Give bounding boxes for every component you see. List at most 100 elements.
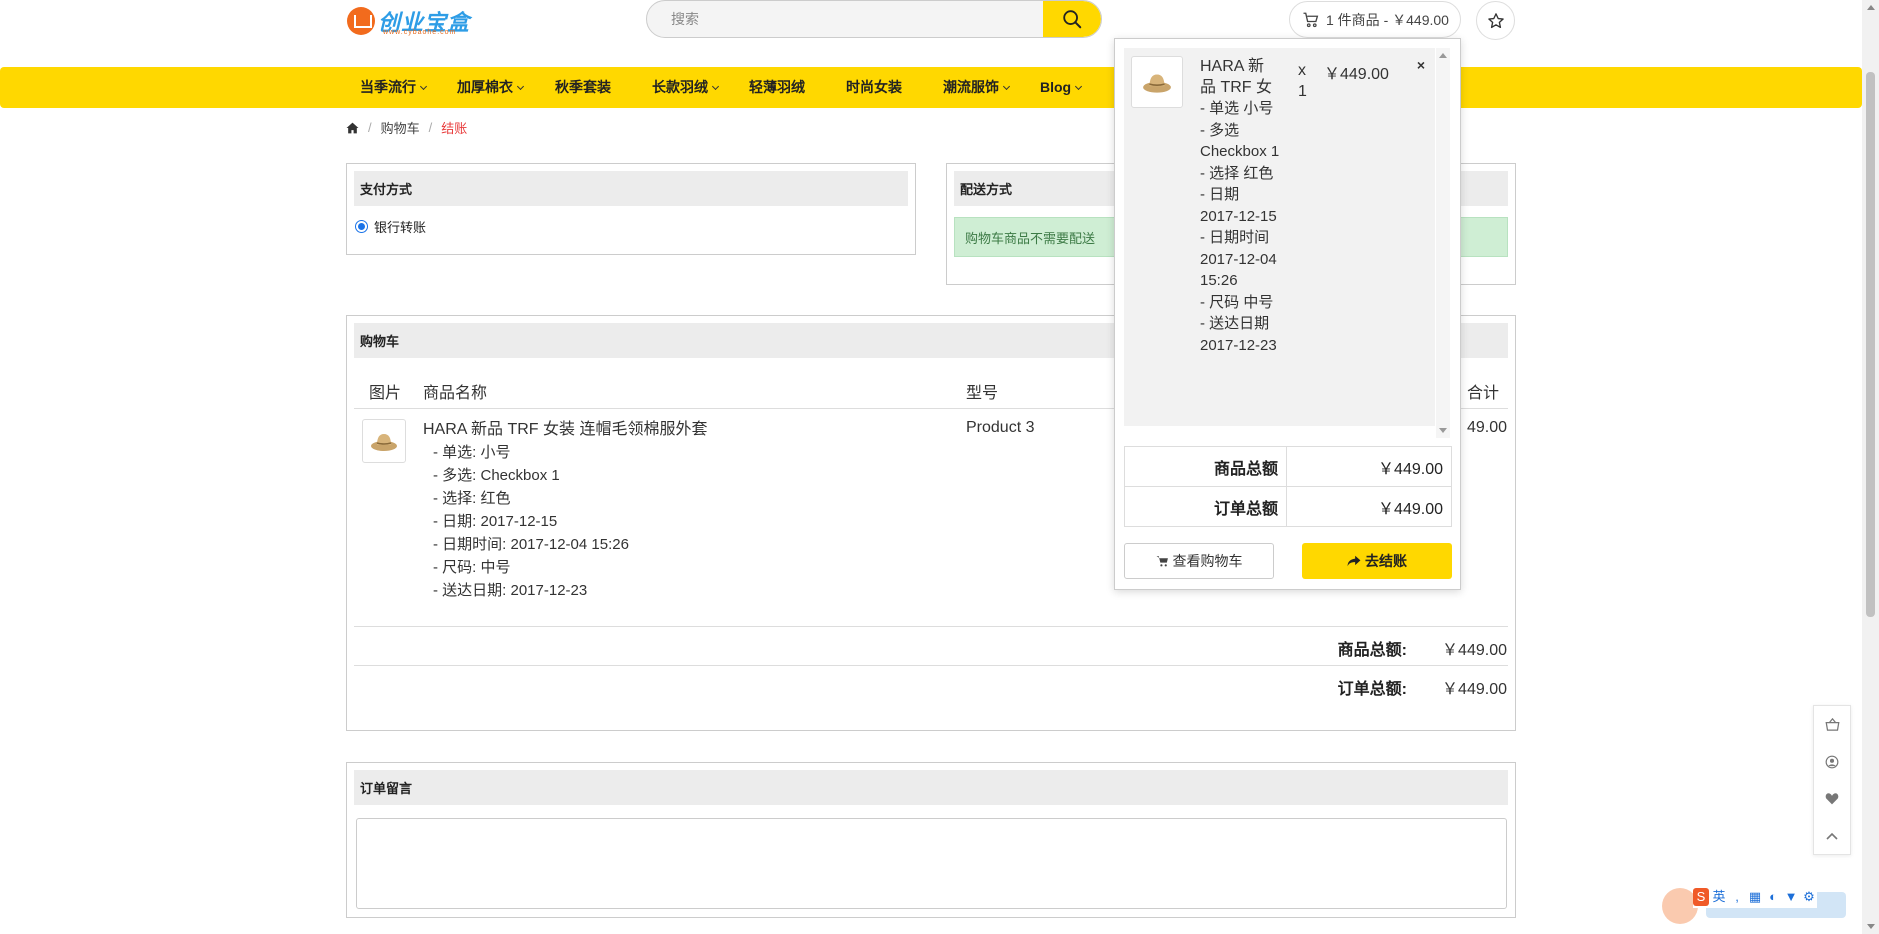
- column-header-total: 合计: [1467, 385, 1500, 402]
- scroll-up-arrow-icon[interactable]: [1439, 53, 1447, 58]
- nav-item-light-down[interactable]: 轻薄羽绒: [749, 67, 805, 108]
- search-input[interactable]: [647, 1, 1043, 37]
- nav-item-autumn-sets[interactable]: 秋季套装: [555, 67, 611, 108]
- nav-item-fashion[interactable]: 潮流服饰: [943, 67, 1011, 108]
- breadcrumb-separator: /: [368, 120, 372, 135]
- ime-punct-icon[interactable]: ,: [1729, 888, 1745, 906]
- minicart-option: - 送达日期 2017-12-23: [1200, 315, 1277, 354]
- ime-mode[interactable]: 英: [1711, 888, 1727, 906]
- nav-item-thick-cotton[interactable]: 加厚棉衣: [457, 67, 525, 108]
- payment-radio[interactable]: [355, 220, 368, 233]
- scroll-down-arrow-icon[interactable]: [1867, 924, 1875, 929]
- nav-item-women[interactable]: 时尚女装: [846, 67, 902, 108]
- minicart-total-row: 订单总额 ￥449.00: [1124, 486, 1452, 527]
- product-option: - 尺码: 中号: [433, 559, 511, 576]
- order-comment-textarea[interactable]: [356, 818, 1507, 909]
- column-header-name: 商品名称: [423, 385, 488, 402]
- heart-icon[interactable]: [1814, 780, 1850, 817]
- wishlist-button[interactable]: [1476, 1, 1515, 40]
- minicart-totals: 商品总额 ￥449.00 订单总额 ￥449.00: [1124, 446, 1452, 527]
- minicart-qty: x 1: [1298, 62, 1307, 100]
- minicart-item: HARA 新品 TRF 女 - 单选 小号 - 多选 Checkbox 1 - …: [1124, 48, 1435, 426]
- view-cart-label: 查看购物车: [1172, 553, 1243, 569]
- nav-item-label: 轻薄羽绒: [749, 79, 805, 95]
- nav-item-label: Blog: [1040, 79, 1072, 95]
- floating-toolbar: [1813, 705, 1851, 855]
- payment-title: 支付方式: [354, 171, 908, 206]
- nav-item-label: 长款羽绒: [652, 79, 708, 95]
- product-total: 49.00: [1467, 419, 1508, 436]
- nav-item-label: 加厚棉衣: [457, 79, 513, 95]
- chevron-down-icon: [419, 82, 428, 91]
- minicart-option: - 日期 2017-12-15: [1200, 186, 1277, 225]
- nav-item-blog[interactable]: Blog: [1040, 67, 1083, 108]
- payment-option-label: 银行转账: [374, 220, 427, 235]
- logo-subtitle: www.cybaohe.com: [383, 29, 457, 36]
- minicart-thumbnail[interactable]: [1131, 56, 1183, 108]
- minicart-item-name[interactable]: HARA 新品 TRF 女: [1200, 56, 1280, 98]
- table-divider: [354, 665, 1508, 666]
- chevron-up-icon[interactable]: [1814, 817, 1850, 854]
- column-header-image: 图片: [369, 385, 402, 402]
- home-icon[interactable]: [346, 122, 359, 134]
- comment-title: 订单留言: [354, 770, 1508, 805]
- chevron-down-icon: [1075, 82, 1083, 91]
- nav-item-label: 时尚女装: [846, 79, 902, 95]
- chevron-down-icon: [711, 82, 720, 91]
- checkout-label: 去结账: [1365, 553, 1407, 569]
- product-option: - 送达日期: 2017-12-23: [433, 582, 588, 599]
- hat-icon: [371, 434, 397, 451]
- subtotal-label: 商品总额:: [1337, 642, 1407, 659]
- main-nav: 当季流行 加厚棉衣 秋季套装 长款羽绒 轻薄羽绒 时尚女装 潮流服饰 Blog: [0, 67, 1862, 108]
- product-option: - 选择: 红色: [433, 490, 511, 507]
- basket-icon[interactable]: [1814, 706, 1850, 743]
- remove-item-button[interactable]: ×: [1413, 57, 1429, 73]
- view-cart-button[interactable]: 查看购物车: [1124, 543, 1274, 579]
- minicart-scrollbar[interactable]: [1436, 48, 1450, 438]
- scroll-thumb[interactable]: [1866, 72, 1875, 617]
- product-name[interactable]: HARA 新品 TRF 女装 连帽毛领棉服外套: [423, 419, 943, 441]
- ime-toolbar: S 英 , ▦ ◐ ▼ ⚙: [1693, 886, 1817, 908]
- minicart-price: ￥449.00: [1324, 66, 1389, 83]
- product-model: Product 3: [966, 419, 1035, 436]
- nav-item-label: 秋季套装: [555, 79, 611, 95]
- header-cart-button[interactable]: 1 件商品 - ￥449.00: [1289, 1, 1461, 38]
- minicart-total-label: 订单总额: [1124, 486, 1287, 527]
- product-option: - 日期时间: 2017-12-04 15:26: [433, 536, 629, 553]
- minicart-total-value: ￥449.00: [1286, 486, 1452, 527]
- scroll-up-arrow-icon[interactable]: [1867, 5, 1875, 10]
- page-scrollbar[interactable]: [1862, 0, 1879, 934]
- cart-icon: [1303, 12, 1319, 27]
- product-thumbnail[interactable]: [362, 419, 406, 463]
- breadcrumb-current[interactable]: 结账: [441, 118, 467, 137]
- search-button[interactable]: [1043, 1, 1101, 37]
- payment-panel: 支付方式 银行转账: [346, 163, 916, 255]
- chevron-down-icon: [516, 82, 525, 91]
- ime-settings-icon[interactable]: ⚙: [1801, 888, 1817, 906]
- breadcrumb-cart[interactable]: 购物车: [381, 118, 420, 137]
- checkout-button[interactable]: 去结账: [1302, 543, 1452, 579]
- chevron-down-icon: [1002, 82, 1011, 91]
- nav-item-label: 当季流行: [360, 79, 416, 95]
- nav-item-long-down[interactable]: 长款羽绒: [652, 67, 720, 108]
- ime-keyboard-icon[interactable]: ▦: [1747, 888, 1763, 906]
- site-logo[interactable]: 创业宝盒 www.cybaohe.com: [347, 4, 472, 38]
- nav-item-trending[interactable]: 当季流行: [360, 67, 428, 108]
- user-icon[interactable]: [1814, 743, 1850, 780]
- minicart-item-options: - 单选 小号 - 多选 Checkbox 1 - 选择 红色 - 日期 201…: [1200, 98, 1280, 356]
- scroll-down-arrow-icon[interactable]: [1439, 428, 1447, 433]
- ime-skin-icon[interactable]: ◐: [1765, 888, 1781, 906]
- share-arrow-icon: [1347, 555, 1361, 567]
- minicart-option: - 日期时间 2017-12-04 15:26: [1200, 229, 1277, 289]
- cart-summary-text: 1 件商品 - ￥449.00: [1326, 11, 1449, 28]
- ime-logo-icon[interactable]: S: [1693, 888, 1709, 906]
- breadcrumb-separator: /: [428, 120, 433, 135]
- search-bar: [646, 0, 1102, 38]
- minicart-option: - 多选 Checkbox 1: [1200, 121, 1280, 161]
- payment-option-bank[interactable]: 银行转账: [355, 217, 426, 236]
- hat-image: [1131, 56, 1183, 108]
- minicart-dropdown: HARA 新品 TRF 女 - 单选 小号 - 多选 Checkbox 1 - …: [1114, 38, 1461, 590]
- ime-shirt-icon[interactable]: ▼: [1783, 888, 1799, 906]
- nav-item-label: 潮流服饰: [943, 79, 999, 95]
- minicart-subtotal-value: ￥449.00: [1286, 446, 1452, 487]
